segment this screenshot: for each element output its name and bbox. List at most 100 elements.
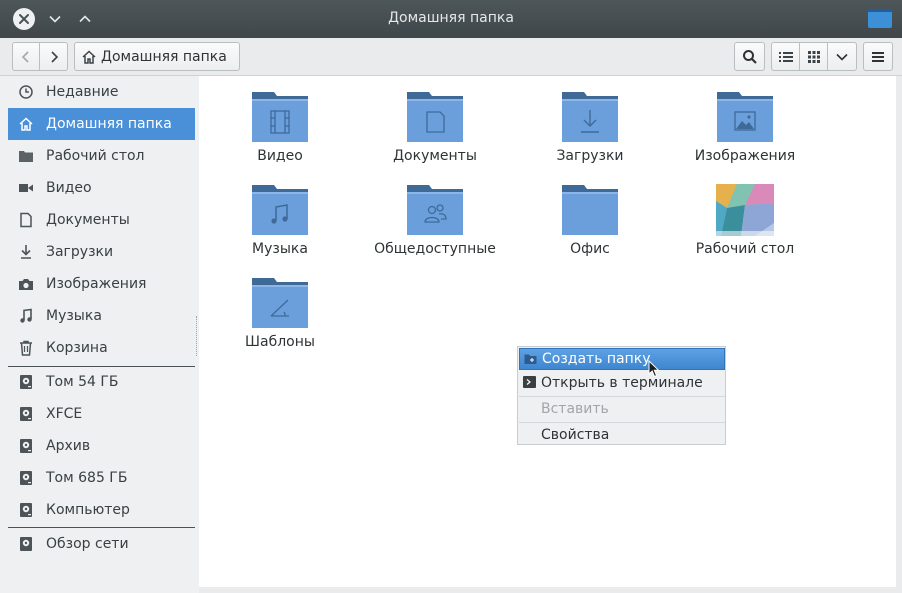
sidebar-item-computer[interactable]: Компьютер (8, 494, 195, 526)
menu-separator (519, 396, 725, 397)
drive-icon (18, 406, 34, 422)
search-button[interactable] (734, 42, 765, 71)
menu-item-create-folder[interactable]: Создать папку (519, 348, 725, 370)
menu-item-open-terminal[interactable]: Открыть в терминале (519, 372, 725, 394)
sidebar-item-label: Загрузки (46, 244, 114, 260)
hamburger-menu-icon (872, 51, 884, 62)
folder-public[interactable]: Общедоступные (360, 183, 510, 257)
path-bar-label: Домашняя папка (101, 48, 227, 65)
clock-icon (18, 84, 34, 100)
folder-music[interactable]: Музыка (205, 183, 355, 257)
back-button[interactable] (12, 42, 40, 71)
folder-templates[interactable]: Шаблоны (205, 276, 355, 350)
chevron-right-icon (50, 50, 58, 63)
network-icon (18, 536, 34, 552)
camera-icon (18, 277, 34, 291)
sidebar-item-home[interactable]: Домашняя папка (8, 108, 195, 140)
view-options-button[interactable] (827, 42, 857, 71)
trash-icon (18, 340, 34, 356)
window-frame-right (896, 76, 902, 593)
sidebar-item-label: Домашняя папка (46, 116, 172, 132)
sidebar-item-recent[interactable]: Недавние (8, 76, 195, 108)
sidebar-item-documents[interactable]: Документы (8, 204, 195, 236)
forward-button[interactable] (39, 42, 68, 71)
file-label: Рабочий стол (695, 241, 795, 257)
sidebar-item-label: Корзина (46, 340, 108, 356)
folder-videos[interactable]: Видео (205, 90, 355, 164)
menu-item-properties[interactable]: Свойства (519, 424, 725, 446)
wallpaper-thumbnail-icon (716, 184, 774, 236)
file-label: Видео (257, 148, 303, 164)
sidebar-item-label: Обзор сети (46, 536, 129, 552)
sidebar-item-volume-54gb[interactable]: Том 54 ГБ (8, 366, 195, 398)
folder-document-icon (407, 92, 463, 142)
menu-item-paste: Вставить (519, 398, 725, 420)
sidebar-item-label: Рабочий стол (46, 148, 145, 164)
sidebar-item-label: Музыка (46, 308, 102, 324)
folder-video-icon (252, 92, 308, 142)
file-label: Изображения (694, 148, 796, 164)
menu-item-label: Свойства (541, 427, 610, 443)
sidebar-item-label: Том 54 ГБ (46, 374, 119, 390)
home-icon (82, 49, 96, 64)
sidebar-item-label: Том 685 ГБ (46, 470, 128, 486)
sidebar-item-network[interactable]: Обзор сети (8, 528, 195, 560)
download-icon (18, 244, 34, 260)
sidebar: Недавние Домашняя папка Рабочий стол Вид… (0, 76, 199, 593)
menu-item-label: Создать папку (542, 351, 651, 367)
new-folder-icon (524, 354, 537, 364)
drive-icon (18, 374, 34, 390)
document-icon (18, 212, 34, 228)
window-title: Домашняя папка (388, 10, 514, 26)
folder-icon (18, 149, 34, 163)
chevron-left-icon (21, 50, 29, 63)
music-icon (18, 308, 34, 324)
path-bar-home-button[interactable]: Домашняя папка (74, 42, 240, 71)
sidebar-item-label: Изображения (46, 276, 147, 292)
main-menu-button[interactable] (863, 42, 893, 71)
window-titlebar: Домашняя папка (0, 0, 902, 38)
list-view-button[interactable] (771, 42, 800, 71)
sidebar-item-label: Компьютер (46, 502, 130, 518)
menu-item-label: Открыть в терминале (541, 375, 703, 391)
file-manager-app-icon (868, 9, 892, 28)
chevron-down-icon (836, 53, 848, 61)
video-icon (18, 182, 34, 194)
drive-icon (18, 502, 34, 518)
list-icon (778, 51, 793, 62)
sidebar-item-volume-685gb[interactable]: Том 685 ГБ (8, 462, 195, 494)
context-menu: Создать папку Открыть в терминале Встави… (517, 346, 726, 445)
folder-documents[interactable]: Документы (360, 90, 510, 164)
sidebar-resize-handle[interactable] (196, 316, 198, 356)
folder-icon (562, 185, 618, 235)
sidebar-item-videos[interactable]: Видео (8, 172, 195, 204)
sidebar-item-pictures[interactable]: Изображения (8, 268, 195, 300)
sidebar-item-xfce[interactable]: XFCE (8, 398, 195, 430)
folder-desktop[interactable]: Рабочий стол (670, 183, 820, 257)
toolbar: Домашняя папка (0, 38, 902, 76)
sidebar-item-downloads[interactable]: Загрузки (8, 236, 195, 268)
folder-downloads[interactable]: Загрузки (515, 90, 665, 164)
folder-download-icon (562, 92, 618, 142)
sidebar-item-archive[interactable]: Архив (8, 430, 195, 462)
file-label: Шаблоны (245, 334, 315, 350)
file-label: Общедоступные (374, 241, 496, 257)
file-label: Загрузки (556, 148, 624, 164)
mouse-pointer-icon (648, 360, 660, 378)
folder-picture-icon (717, 92, 773, 142)
grid-view-button[interactable] (799, 42, 828, 71)
sidebar-item-label: Недавние (46, 84, 119, 100)
folder-people-icon (407, 185, 463, 235)
search-icon (742, 49, 757, 64)
sidebar-item-label: Видео (46, 180, 92, 196)
file-label: Музыка (252, 241, 308, 257)
sidebar-item-music[interactable]: Музыка (8, 300, 195, 332)
sidebar-item-desktop[interactable]: Рабочий стол (8, 140, 195, 172)
grid-icon (807, 50, 820, 63)
terminal-icon (523, 376, 536, 388)
folder-pictures[interactable]: Изображения (670, 90, 820, 164)
folder-office[interactable]: Офис (515, 183, 665, 257)
file-view[interactable]: Видео Документы Загрузки Изображения Муз… (199, 76, 896, 587)
sidebar-item-trash[interactable]: Корзина (8, 332, 195, 364)
file-label: Документы (393, 148, 477, 164)
